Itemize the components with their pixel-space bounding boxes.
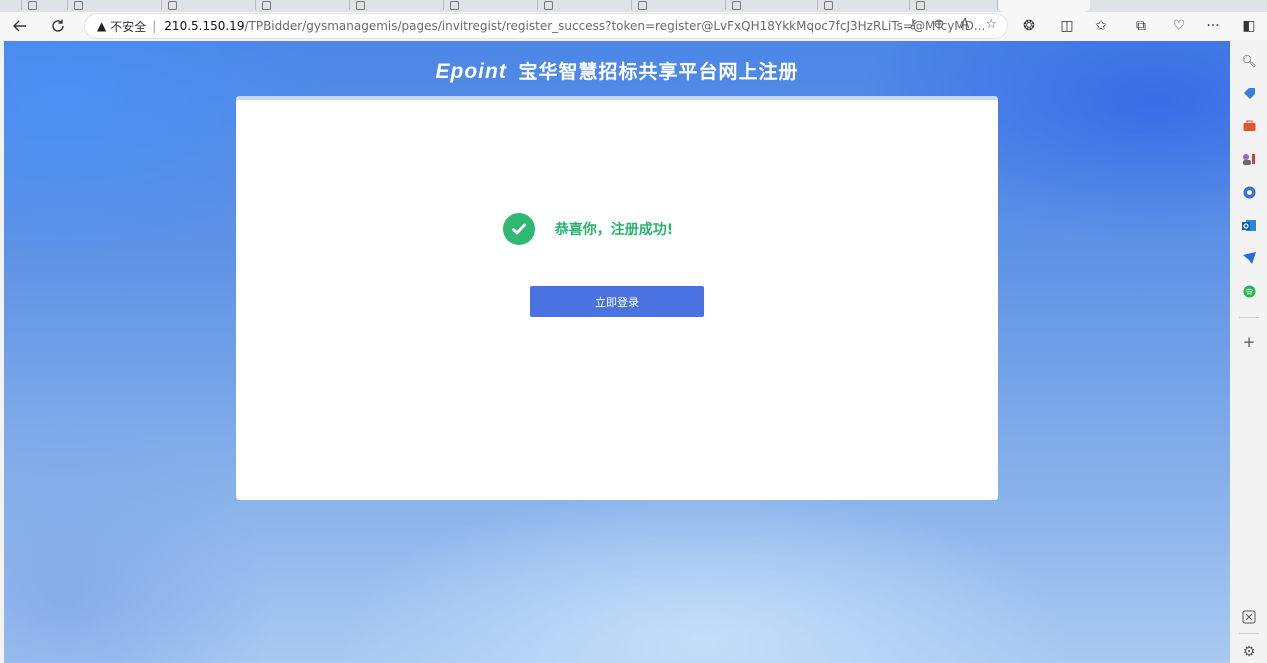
refresh-icon — [52, 19, 64, 32]
url-host: 210.5.150.19 — [164, 19, 245, 33]
sidebar-icon: ◧ — [1242, 18, 1256, 34]
tab[interactable] — [350, 0, 444, 10]
back-button[interactable] — [8, 14, 32, 38]
telegram-icon[interactable] — [1241, 250, 1257, 266]
page-icon — [638, 1, 647, 10]
zoom-icon[interactable]: ⊖ — [934, 17, 945, 32]
page-icon — [916, 1, 925, 10]
page-icon — [544, 1, 553, 10]
tab[interactable] — [162, 0, 256, 10]
heart-pulse-icon: ♡ — [1172, 18, 1186, 34]
collections-button[interactable]: ⧉ — [1130, 16, 1152, 36]
tab[interactable] — [0, 0, 22, 10]
browser-essentials-button[interactable]: ♡ — [1168, 16, 1190, 36]
password-key-icon[interactable]: ⚷ — [908, 17, 918, 32]
more-menu-button[interactable]: ··· — [1202, 16, 1224, 36]
site-title: 宝华智慧招标共享平台网上注册 — [518, 61, 799, 83]
login-now-button[interactable]: 立即登录 — [530, 286, 704, 317]
outlook-icon[interactable] — [1241, 217, 1257, 233]
page-icon — [168, 1, 177, 10]
page-background: Epoint 宝华智慧招标共享平台网上注册 恭喜你，注册成功! 立即登录 — [4, 41, 1230, 663]
page-icon — [824, 1, 833, 10]
tools-briefcase-icon[interactable] — [1241, 118, 1257, 134]
success-message: 恭喜你，注册成功! — [554, 222, 674, 238]
security-label[interactable]: 不安全 — [110, 18, 146, 35]
page-icon — [450, 1, 459, 10]
read-aloud-icon[interactable]: A — [960, 17, 969, 32]
browser-toolbar: ▲ 不安全 | 210.5.150.19/TPBidder/gysmanagem… — [0, 12, 1267, 40]
page-title: Epoint 宝华智慧招标共享平台网上注册 — [4, 57, 1230, 84]
address-bar-actions: ⚷ ⊖ A ☆ — [908, 17, 997, 32]
extensions-button[interactable]: ❂ — [1018, 16, 1040, 36]
tab[interactable] — [632, 0, 726, 10]
active-tab[interactable] — [998, 0, 1090, 12]
page-icon — [74, 1, 83, 10]
screenshot-icon[interactable] — [1241, 609, 1257, 625]
sidebar-divider — [1239, 317, 1259, 318]
shopping-tag-icon[interactable] — [1241, 85, 1257, 101]
tab[interactable] — [726, 0, 818, 10]
tab[interactable] — [68, 0, 162, 10]
address-bar[interactable]: ▲ 不安全 | 210.5.150.19/TPBidder/gysmanagem… — [84, 13, 1008, 39]
arrow-left-icon — [13, 20, 26, 32]
favorites-list-icon: ✩ — [1095, 18, 1107, 34]
url-path: /TPBidder/gysmanagemis/pages/invitregist… — [244, 19, 986, 33]
page-icon — [262, 1, 271, 10]
page-icon — [28, 1, 37, 10]
spotify-icon[interactable] — [1241, 283, 1257, 299]
refresh-button[interactable] — [46, 14, 70, 38]
collections-icon: ⧉ — [1136, 18, 1146, 34]
warning-icon: ▲ — [97, 19, 107, 33]
page-icon — [732, 1, 741, 10]
copilot-icon[interactable] — [1241, 184, 1257, 200]
page-icon — [356, 1, 365, 10]
tab[interactable] — [538, 0, 632, 10]
favorites-button[interactable]: ✩ — [1090, 16, 1112, 36]
settings-gear-icon[interactable]: ⚙ — [1241, 644, 1257, 660]
puzzle-icon: ❂ — [1023, 18, 1035, 34]
tab[interactable] — [444, 0, 538, 10]
split-screen-icon: ◫ — [1060, 18, 1074, 34]
tab[interactable] — [256, 0, 350, 10]
address-separator: | — [152, 19, 157, 33]
success-check-icon — [502, 213, 535, 245]
add-sidebar-app-button[interactable]: + — [1241, 334, 1257, 350]
favorite-star-icon[interactable]: ☆ — [985, 17, 997, 32]
edge-sidebar: 🔍︎ + ⚙ — [1231, 41, 1267, 663]
tab-strip — [0, 0, 1267, 12]
result-card: 恭喜你，注册成功! 立即登录 — [236, 96, 998, 500]
search-icon[interactable]: 🔍︎ — [1241, 53, 1257, 69]
tab[interactable] — [910, 0, 998, 10]
success-message-row: 恭喜你，注册成功! — [236, 213, 998, 245]
tab[interactable] — [22, 0, 68, 10]
tab[interactable] — [818, 0, 910, 10]
sidebar-toggle-button[interactable]: ◧ — [1238, 16, 1260, 36]
games-icon[interactable] — [1241, 151, 1257, 167]
split-screen-button[interactable]: ◫ — [1056, 16, 1078, 36]
sidebar-divider — [1239, 633, 1259, 634]
brand-logo: Epoint — [435, 60, 507, 83]
